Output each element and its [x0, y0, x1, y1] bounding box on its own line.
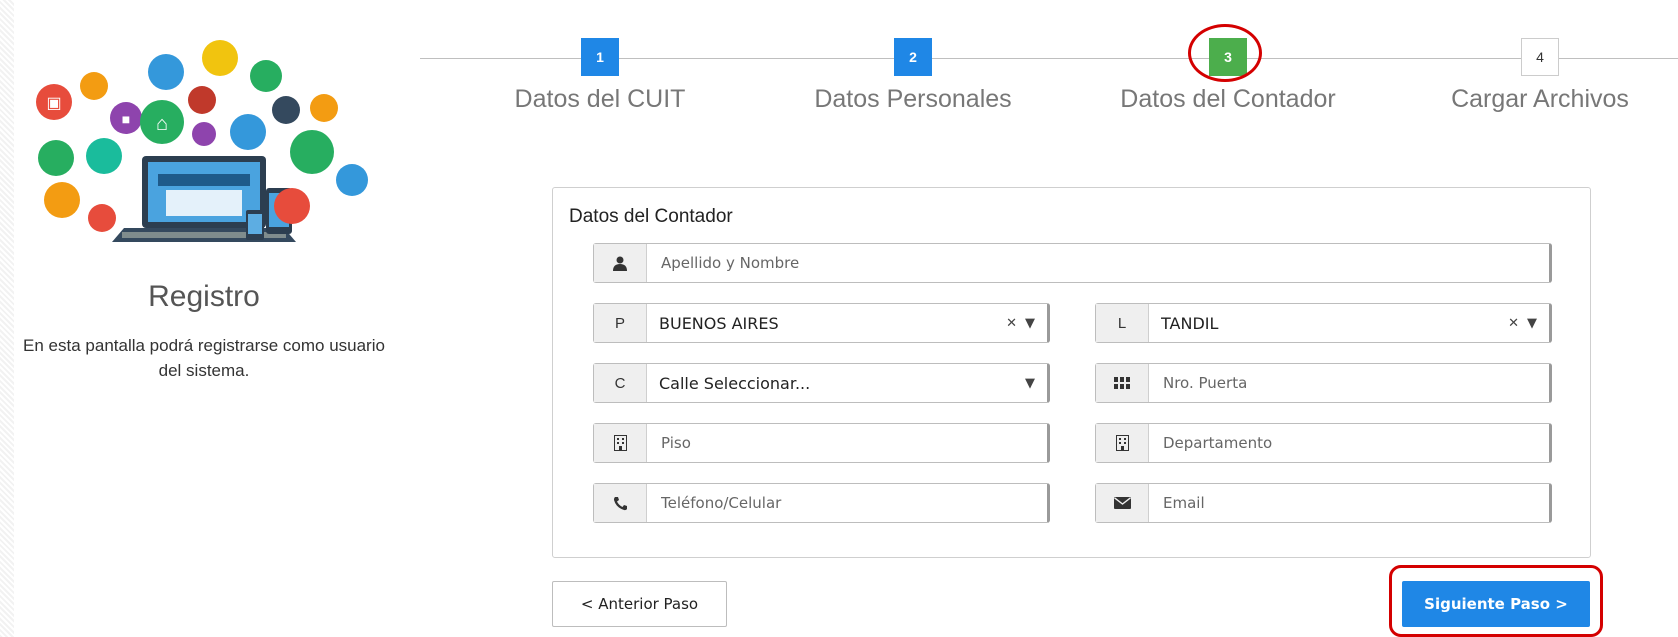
nro-puerta-group [1095, 363, 1552, 403]
calle-group: C Calle Seleccionar... ▼ [593, 363, 1050, 403]
registration-title: Registro [148, 280, 260, 313]
step-datos-cuit[interactable]: 1 Datos del CUIT [470, 38, 730, 114]
chevron-down-icon[interactable]: ▼ [1527, 316, 1537, 331]
nro-puerta-input[interactable] [1149, 364, 1549, 402]
building-icon [594, 424, 647, 462]
provincia-select[interactable]: BUENOS AIRES ✕ ▼ [647, 304, 1047, 342]
telefono-input[interactable] [647, 484, 1047, 522]
svg-text:▣: ▣ [46, 95, 61, 112]
step-cargar-archivos[interactable]: 4 Cargar Archivos [1410, 38, 1670, 114]
email-group [1095, 483, 1552, 523]
grid-icon [1096, 364, 1149, 402]
departamento-input[interactable] [1149, 424, 1549, 462]
piso-input[interactable] [647, 424, 1047, 462]
provincia-group: P BUENOS AIRES ✕ ▼ [593, 303, 1050, 343]
provincia-value: BUENOS AIRES [659, 313, 779, 333]
step-number-badge: 1 [581, 38, 619, 76]
step-label: Datos del CUIT [514, 85, 686, 113]
svg-text:■: ■ [122, 111, 130, 127]
localidad-value: TANDIL [1161, 313, 1219, 333]
step-number-badge: 2 [894, 38, 932, 76]
localidad-addon: L [1096, 304, 1149, 342]
clear-icon[interactable]: ✕ [1508, 316, 1519, 331]
step-label: Cargar Archivos [1451, 85, 1629, 113]
highlight-box-annotation [1389, 565, 1603, 637]
calle-value: Calle Seleccionar... [659, 373, 811, 393]
apellido-nombre-input[interactable] [647, 244, 1549, 282]
email-input[interactable] [1149, 484, 1549, 522]
highlight-circle-annotation [1188, 24, 1262, 82]
clear-icon[interactable]: ✕ [1006, 316, 1017, 331]
registration-illustration: ▣ ■ ⌂ [36, 40, 368, 242]
registration-description: En esta pantalla podrá registrarse como … [23, 336, 385, 380]
chevron-down-icon[interactable]: ▼ [1025, 376, 1035, 391]
localidad-group: L TANDIL ✕ ▼ [1095, 303, 1552, 343]
calle-select[interactable]: Calle Seleccionar... ▼ [647, 364, 1047, 402]
departamento-group [1095, 423, 1552, 463]
step-label: Datos Personales [814, 85, 1012, 113]
decorative-border [0, 0, 14, 637]
building-icon [1096, 424, 1149, 462]
step-number-badge: 4 [1521, 38, 1559, 76]
provincia-addon: P [594, 304, 647, 342]
user-icon [594, 244, 647, 282]
piso-group [593, 423, 1050, 463]
step-datos-personales[interactable]: 2 Datos Personales [783, 38, 1043, 114]
telefono-group [593, 483, 1050, 523]
localidad-select[interactable]: TANDIL ✕ ▼ [1149, 304, 1549, 342]
previous-step-button[interactable]: < Anterior Paso [552, 581, 727, 627]
form-title: Datos del Contador [569, 206, 733, 227]
phone-icon [594, 484, 647, 522]
calle-addon: C [594, 364, 647, 402]
svg-text:⌂: ⌂ [156, 113, 168, 135]
chevron-down-icon[interactable]: ▼ [1025, 316, 1035, 331]
apellido-nombre-group [593, 243, 1552, 283]
step-label: Datos del Contador [1120, 85, 1336, 113]
contador-form-panel: Datos del Contador P BUENOS AIRES ✕ ▼ L … [552, 187, 1591, 558]
envelope-icon [1096, 484, 1149, 522]
